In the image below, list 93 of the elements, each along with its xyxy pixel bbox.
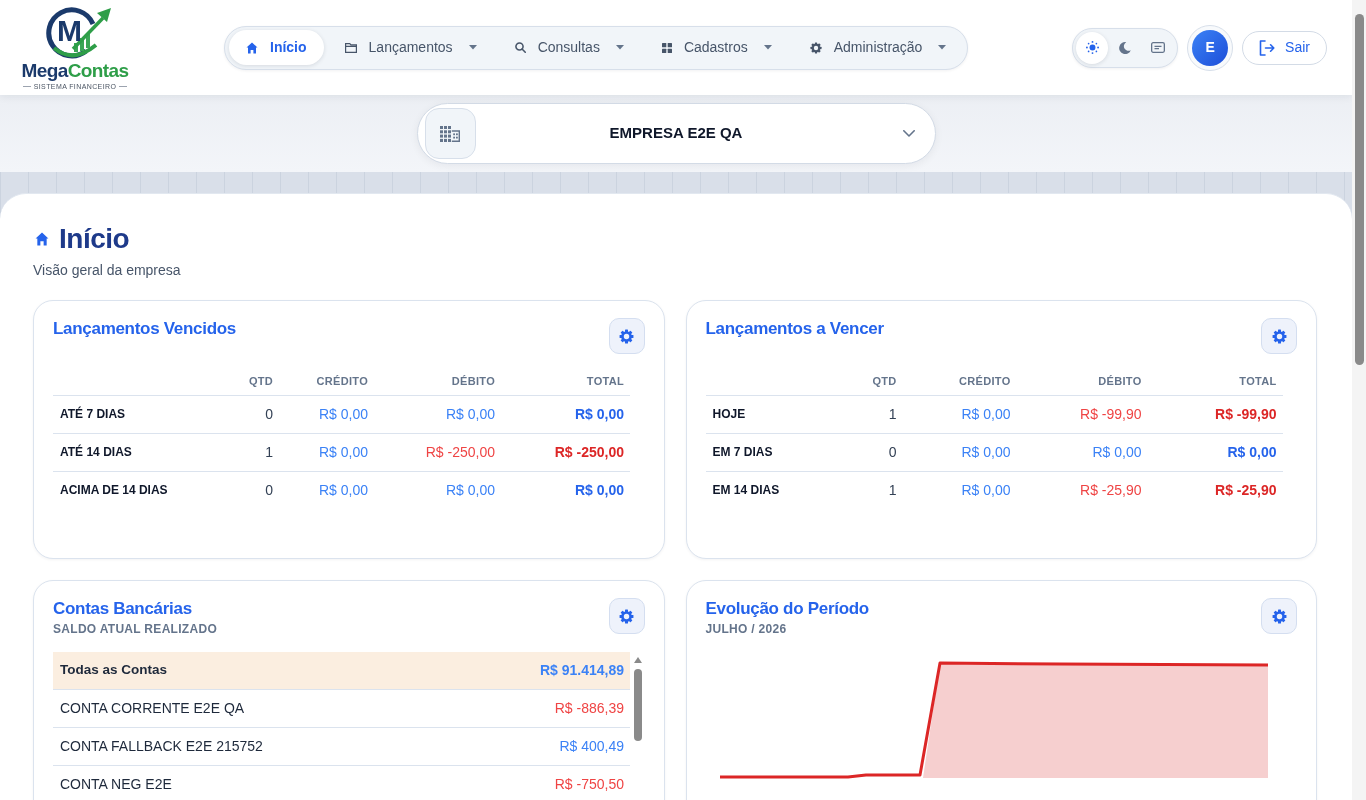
amount-cell: R$ -99,90 bbox=[1016, 395, 1148, 433]
row-label: ATÉ 14 DIAS bbox=[53, 433, 223, 471]
amount-cell: R$ 0,00 bbox=[279, 395, 374, 433]
amount-cell: R$ 0,00 bbox=[902, 395, 1017, 433]
light-mode-button[interactable] bbox=[1076, 31, 1109, 64]
list-scrollbar-thumb[interactable] bbox=[633, 669, 642, 741]
account-balance: R$ -750,50 bbox=[554, 775, 624, 794]
settings-icon bbox=[1271, 328, 1287, 344]
settings-icon bbox=[619, 328, 634, 344]
nav-tab[interactable]: Início bbox=[229, 30, 324, 65]
settings-button[interactable] bbox=[608, 318, 645, 354]
amount-cell: R$ 0,00 bbox=[501, 471, 630, 509]
amount-cell: R$ -250,00 bbox=[374, 433, 501, 471]
column-header: TOTAL bbox=[501, 368, 630, 395]
card-subtitle: SALDO ATUAL REALIZADO bbox=[53, 621, 218, 637]
row-label: HOJE bbox=[705, 395, 846, 433]
nav-tab[interactable]: Administração bbox=[792, 30, 964, 65]
card-icon bbox=[1151, 42, 1166, 53]
account-row[interactable]: Todas as Contas R$ 91.414,89 bbox=[53, 652, 630, 690]
amount-cell: R$ 0,00 bbox=[279, 433, 374, 471]
company-selector[interactable]: EMPRESA E2E QA bbox=[416, 103, 936, 164]
amount-cell: R$ -25,90 bbox=[1147, 471, 1283, 509]
folder-icon bbox=[344, 42, 357, 53]
settings-icon bbox=[1271, 608, 1287, 624]
amount-cell: R$ 0,00 bbox=[902, 433, 1017, 471]
amount-cell: R$ 0,00 bbox=[279, 471, 374, 509]
settings-button[interactable] bbox=[608, 598, 645, 634]
account-name: CONTA NEG E2E bbox=[60, 775, 172, 794]
home-icon bbox=[246, 41, 258, 54]
account-balance: R$ 400,49 bbox=[559, 737, 624, 756]
sun-icon bbox=[1085, 41, 1099, 54]
column-header: TOTAL bbox=[1147, 368, 1283, 395]
settings-button[interactable] bbox=[1261, 598, 1297, 634]
account-balance: R$ -886,39 bbox=[554, 699, 624, 718]
account-row[interactable]: CONTA NEG E2E R$ -750,50 bbox=[53, 766, 630, 800]
row-label: ATÉ 7 DIAS bbox=[53, 395, 223, 433]
nav-tab[interactable]: Consultas bbox=[497, 30, 641, 65]
amount-cell: R$ 0,00 bbox=[374, 471, 501, 509]
amount-cell: R$ -25,90 bbox=[1016, 471, 1148, 509]
column-header: DÉBITO bbox=[1016, 368, 1148, 395]
settings-icon bbox=[619, 608, 634, 624]
scroll-up-arrow-icon bbox=[633, 657, 642, 663]
amount-cell: R$ 0,00 bbox=[902, 471, 1017, 509]
logout-button[interactable]: Sair bbox=[1242, 30, 1327, 65]
row-label: ACIMA DE 14 DIAS bbox=[53, 471, 223, 509]
account-name: CONTA CORRENTE E2E QA bbox=[60, 699, 245, 718]
column-header: QTD bbox=[223, 368, 279, 395]
column-header: CRÉDITO bbox=[279, 368, 374, 395]
logo-wordmark: MegaContas bbox=[21, 61, 129, 81]
quantity-cell: 1 bbox=[845, 471, 903, 509]
account-balance: R$ 91.414,89 bbox=[539, 661, 624, 680]
column-header: CRÉDITO bbox=[902, 368, 1017, 395]
amount-cell: R$ -99,90 bbox=[1147, 395, 1283, 433]
search-icon bbox=[514, 42, 526, 53]
amount-cell: R$ 0,00 bbox=[501, 395, 630, 433]
moon-icon bbox=[1119, 41, 1132, 54]
account-row[interactable]: CONTA CORRENTE E2E QA R$ -886,39 bbox=[53, 690, 630, 728]
user-avatar[interactable]: E bbox=[1187, 24, 1234, 71]
column-header: DÉBITO bbox=[374, 368, 501, 395]
logo-emblem-icon bbox=[46, 5, 112, 61]
home-icon bbox=[35, 232, 49, 246]
page-subtitle: Visão geral da empresa bbox=[33, 261, 182, 280]
row-label: EM 14 DIAS bbox=[705, 471, 846, 509]
logo-monogram: M bbox=[57, 16, 82, 46]
settings-button[interactable] bbox=[1261, 318, 1297, 354]
column-header: QTD bbox=[845, 368, 903, 395]
account-name: CONTA FALLBACK E2E 215752 bbox=[60, 737, 263, 756]
nav-tab[interactable]: Cadastros bbox=[644, 30, 789, 65]
card-title: Lançamentos Vencidos bbox=[53, 318, 236, 340]
card-title: Contas Bancárias bbox=[53, 598, 193, 620]
amount-cell: R$ 0,00 bbox=[1016, 433, 1148, 471]
card-title: Lançamentos a Vencer bbox=[705, 318, 884, 340]
amount-cell: R$ 0,00 bbox=[374, 395, 501, 433]
scrollbar-thumb[interactable] bbox=[1354, 14, 1364, 365]
quantity-cell: 1 bbox=[845, 395, 903, 433]
account-name: Todas as Contas bbox=[60, 661, 168, 680]
chevron-down-icon bbox=[902, 130, 915, 137]
building-icon bbox=[424, 108, 476, 159]
quantity-cell: 0 bbox=[223, 471, 279, 509]
quantity-cell: 1 bbox=[223, 433, 279, 471]
card-title: Evolução do Período bbox=[705, 598, 869, 620]
card-subtitle: JULHO / 2026 bbox=[705, 621, 788, 637]
nav-tab[interactable]: Lançamentos bbox=[327, 30, 494, 65]
logout-icon bbox=[1259, 39, 1276, 56]
amount-cell: R$ -250,00 bbox=[501, 433, 630, 471]
gear-icon bbox=[809, 41, 822, 54]
grid-icon bbox=[661, 42, 672, 53]
page-title: Início bbox=[59, 222, 130, 256]
quantity-cell: 0 bbox=[223, 395, 279, 433]
amount-cell: R$ 0,00 bbox=[1147, 433, 1283, 471]
row-label: EM 7 DIAS bbox=[705, 433, 846, 471]
quantity-cell: 0 bbox=[845, 433, 903, 471]
account-row[interactable]: CONTA FALLBACK E2E 215752 R$ 400,49 bbox=[53, 728, 630, 766]
